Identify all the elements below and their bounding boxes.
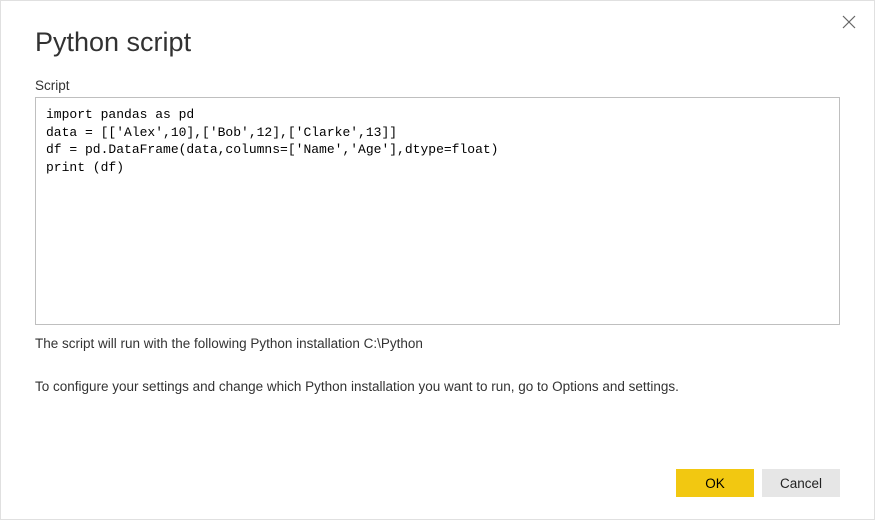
- ok-button[interactable]: OK: [676, 469, 754, 497]
- cancel-button[interactable]: Cancel: [762, 469, 840, 497]
- install-info-text: The script will run with the following P…: [35, 335, 840, 354]
- close-icon[interactable]: [842, 15, 856, 33]
- script-input[interactable]: [35, 97, 840, 325]
- dialog-button-row: OK Cancel: [35, 469, 840, 497]
- dialog-title: Python script: [35, 27, 840, 58]
- python-script-dialog: Python script Script The script will run…: [1, 1, 874, 519]
- configure-info-text: To configure your settings and change wh…: [35, 378, 840, 397]
- script-label: Script: [35, 78, 840, 93]
